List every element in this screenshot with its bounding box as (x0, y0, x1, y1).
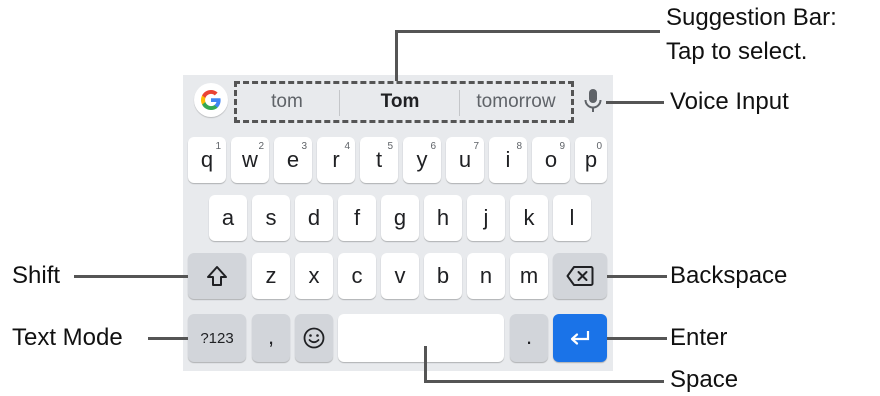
callout-line (74, 275, 188, 278)
key-label: l (569, 205, 575, 230)
key-i[interactable]: 8i (489, 137, 527, 183)
key-label: , (267, 324, 275, 349)
key-t[interactable]: 5t (360, 137, 398, 183)
key-label: t (375, 147, 383, 172)
key-label: n (479, 263, 493, 288)
key-d[interactable]: d (295, 195, 333, 241)
key-label: s (265, 205, 277, 230)
emoji-key[interactable] (295, 314, 333, 362)
key-label: m (519, 263, 539, 288)
microphone-icon (584, 89, 602, 112)
key-label: y (416, 147, 428, 172)
suggestion-bar-sublabel: Tap to select. (666, 38, 808, 65)
key-l[interactable]: l (553, 195, 591, 241)
key-label: u (458, 147, 472, 172)
comma-key[interactable]: , (252, 314, 290, 362)
voice-input-label: Voice Input (670, 88, 789, 115)
callout-line (607, 337, 667, 340)
key-y[interactable]: 6y (403, 137, 441, 183)
key-w[interactable]: 2w (231, 137, 269, 183)
callout-line (395, 30, 660, 33)
suggestion-divider (339, 90, 340, 116)
backspace-icon (566, 266, 594, 286)
key-label: f (353, 205, 361, 230)
enter-arrow-icon (570, 331, 590, 345)
key-e[interactable]: 3e (274, 137, 312, 183)
key-a[interactable]: a (209, 195, 247, 241)
callout-line (607, 275, 667, 278)
key-c[interactable]: c (338, 253, 376, 299)
enter-key[interactable] (553, 314, 607, 362)
suggestion-bar: tom Tom tomorrow (234, 81, 574, 123)
key-g[interactable]: g (381, 195, 419, 241)
backspace-key[interactable] (553, 253, 607, 299)
space-label: Space (670, 366, 739, 393)
key-label: a (221, 205, 235, 230)
key-v[interactable]: v (381, 253, 419, 299)
suggestion-item[interactable]: tom (237, 84, 337, 120)
callout-line (148, 337, 188, 340)
shift-arrow-icon (207, 266, 227, 286)
text-mode-key[interactable]: ?123 (188, 314, 246, 362)
key-label: q (200, 147, 214, 172)
key-h[interactable]: h (424, 195, 462, 241)
key-label: z (265, 263, 277, 288)
period-key[interactable]: . (510, 314, 548, 362)
key-label: b (436, 263, 450, 288)
callout-line (606, 101, 664, 104)
voice-input-button[interactable] (582, 88, 604, 114)
google-g-icon (201, 90, 221, 110)
shift-label: Shift (12, 262, 61, 289)
key-label: x (308, 263, 320, 288)
key-label: v (394, 263, 406, 288)
suggestion-item[interactable]: Tom (341, 84, 459, 120)
callout-line (424, 380, 664, 383)
key-u[interactable]: 7u (446, 137, 484, 183)
keyboard-diagram: tom Tom tomorrow 1q 2w 3e 4r 5t 6y 7u 8i… (0, 0, 880, 396)
backspace-label: Backspace (670, 262, 788, 289)
key-label: e (286, 147, 300, 172)
key-q[interactable]: 1q (188, 137, 226, 183)
key-p[interactable]: 0p (575, 137, 607, 183)
key-n[interactable]: n (467, 253, 505, 299)
key-f[interactable]: f (338, 195, 376, 241)
key-label: o (544, 147, 558, 172)
key-b[interactable]: b (424, 253, 462, 299)
space-key[interactable] (338, 314, 504, 362)
callout-line (395, 30, 398, 81)
shift-key[interactable] (188, 253, 246, 299)
key-label: i (505, 147, 511, 172)
key-s[interactable]: s (252, 195, 290, 241)
google-g-button[interactable] (194, 83, 228, 117)
smiley-icon (303, 327, 325, 349)
enter-label: Enter (670, 324, 728, 351)
key-label: r (332, 147, 340, 172)
suggestion-divider (459, 90, 460, 116)
text-mode-label: Text Mode (12, 324, 123, 351)
key-label: k (523, 205, 535, 230)
key-m[interactable]: m (510, 253, 548, 299)
key-label: . (525, 324, 533, 349)
key-label: d (307, 205, 321, 230)
key-x[interactable]: x (295, 253, 333, 299)
key-label: p (584, 147, 598, 172)
callout-line (424, 346, 427, 382)
key-k[interactable]: k (510, 195, 548, 241)
key-z[interactable]: z (252, 253, 290, 299)
key-label: h (436, 205, 450, 230)
key-o[interactable]: 9o (532, 137, 570, 183)
key-label: ?123 (200, 330, 234, 347)
key-r[interactable]: 4r (317, 137, 355, 183)
key-label: w (242, 147, 258, 172)
suggestion-item[interactable]: tomorrow (461, 84, 571, 120)
key-label: j (483, 205, 489, 230)
key-label: g (393, 205, 407, 230)
suggestion-bar-label: Suggestion Bar: (666, 4, 837, 31)
key-j[interactable]: j (467, 195, 505, 241)
key-label: c (351, 263, 363, 288)
